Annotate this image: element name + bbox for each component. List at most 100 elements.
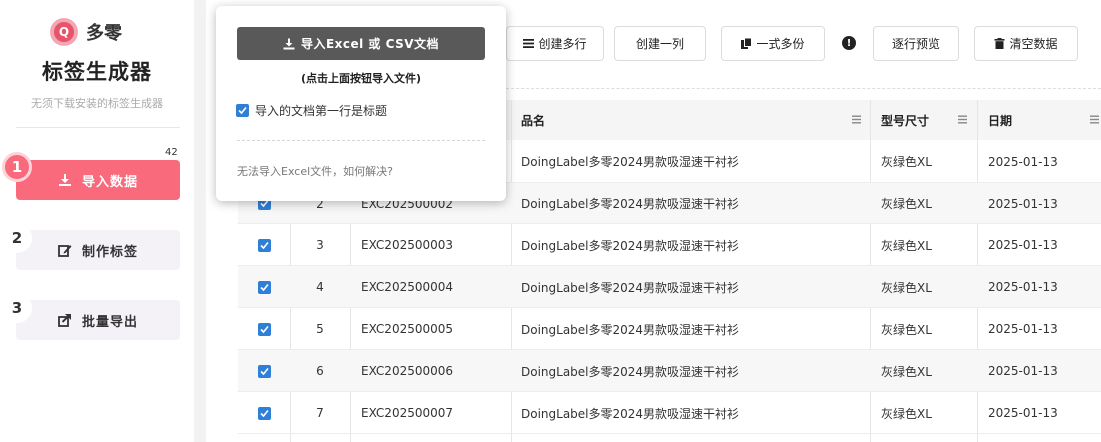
column-menu-icon[interactable] — [852, 115, 861, 124]
row-code: EXC202500006 — [361, 364, 454, 378]
row-checkbox[interactable] — [257, 238, 271, 252]
row-count-badge: 42 — [165, 147, 178, 158]
row-checkbox[interactable] — [257, 364, 271, 378]
step-number-2: 2 — [2, 223, 32, 253]
popup-divider — [237, 140, 485, 141]
copy-icon — [741, 38, 753, 49]
row-select-cell[interactable] — [238, 308, 290, 350]
row-index: 7 — [316, 406, 324, 420]
app-subtitle: 无须下载安装的标签生成器 — [31, 97, 163, 110]
clear-data-button[interactable]: 清空数据 — [974, 26, 1078, 61]
check-icon — [259, 367, 269, 375]
check-icon — [238, 106, 247, 115]
row-size: 灰绿色XL — [881, 322, 932, 337]
row-size: 灰绿色XL — [881, 238, 932, 253]
row-date: 2025-01-13 — [988, 280, 1058, 294]
checkbox-label: 导入的文档第一行是标题 — [255, 104, 388, 118]
row-size: 灰绿色XL — [881, 155, 932, 169]
column-header-name[interactable]: 品名 — [511, 100, 869, 140]
table-row[interactable]: 5 EXC202500005 DoingLabel多零2024男款吸湿速干衬衫 灰绿色… — [238, 308, 1101, 350]
column-menu-icon[interactable] — [958, 115, 967, 124]
table-row[interactable]: 3 EXC202500003 DoingLabel多零2024男款吸湿速干衬衫 灰绿色… — [238, 224, 1101, 266]
header-label: 品名 — [521, 113, 546, 128]
header-label: 型号尺寸 — [881, 113, 930, 128]
row-index: 3 — [316, 238, 324, 252]
row-index: 6 — [316, 364, 324, 378]
row-preview-button[interactable]: 逐行预览 — [873, 26, 959, 61]
row-select-cell[interactable] — [238, 266, 290, 308]
step-label: 导入数据 — [81, 174, 138, 190]
column-header-size[interactable]: 型号尺寸 — [871, 100, 975, 140]
step-batch-export[interactable]: 批量导出 — [16, 300, 180, 340]
import-help-link[interactable]: 无法导入Excel文件，如何解决? — [237, 163, 393, 179]
app-title: 标签生成器 — [42, 60, 152, 84]
list-icon — [523, 39, 535, 48]
step-label: 制作标签 — [81, 244, 138, 260]
header-label: 日期 — [988, 113, 1013, 128]
row-select-cell[interactable] — [238, 350, 290, 392]
row-code: EXC202500003 — [361, 238, 454, 252]
import-popup: 导入Excel 或 CSV文档 (点击上面按钮导入文件) 导入的文档第一行是标题… — [216, 6, 506, 201]
row-date: 2025-01-13 — [988, 238, 1058, 252]
row-size: 灰绿色XL — [881, 364, 932, 379]
logo: Q 多零 — [50, 18, 122, 46]
import-excel-csv-button[interactable]: 导入Excel 或 CSV文档 — [237, 27, 485, 60]
row-product-name: DoingLabel多零2024男款吸湿速干衬衫 — [521, 197, 740, 211]
step-label: 批量导出 — [81, 314, 138, 330]
step-import-data[interactable]: 导入数据 — [16, 160, 180, 200]
toolbar-divider — [506, 88, 1101, 89]
first-row-header-checkbox[interactable] — [236, 104, 249, 117]
table-row[interactable]: 4 EXC202500004 DoingLabel多零2024男款吸湿速干衬衫 灰绿色… — [238, 266, 1101, 308]
warning-icon[interactable]: ! — [842, 36, 856, 50]
sidebar: Q 多零 标签生成器 无须下载安装的标签生成器 42 导入数据 1 制作标签 2… — [0, 0, 194, 442]
column-menu-icon[interactable] — [1090, 115, 1099, 124]
edit-icon — [58, 245, 72, 257]
row-product-name: DoingLabel多零2024男款吸湿速干衬衫 — [521, 364, 740, 379]
button-label: 逐行预览 — [891, 37, 940, 51]
button-label: 创建多行 — [538, 37, 587, 51]
table-row[interactable]: 7 EXC202500007 DoingLabel多零2024男款吸湿速干衬衫 灰绿色… — [238, 392, 1101, 434]
row-code: EXC202500004 — [361, 280, 454, 294]
row-product-name: DoingLabel多零2024男款吸湿速干衬衫 — [521, 322, 740, 337]
button-label: 创建一列 — [635, 37, 684, 51]
first-row-header-option[interactable]: 导入的文档第一行是标题 — [236, 102, 387, 119]
row-product-name: DoingLabel多零2024男款吸湿速干衬衫 — [521, 155, 740, 169]
import-hint: (点击上面按钮导入文件) — [300, 72, 422, 85]
download-icon — [58, 174, 71, 186]
check-icon — [259, 241, 269, 249]
logo-letter: Q — [54, 22, 74, 42]
check-icon — [259, 283, 269, 291]
check-icon — [259, 325, 269, 333]
button-label: 清空数据 — [1009, 37, 1058, 51]
row-select-cell[interactable] — [238, 392, 290, 434]
row-checkbox[interactable] — [257, 406, 271, 420]
row-date: 2025-01-13 — [988, 406, 1058, 420]
column-header-date[interactable]: 日期 — [978, 100, 1101, 140]
button-label: 导入Excel 或 CSV文档 — [300, 37, 440, 51]
step-number-1: 1 — [2, 152, 32, 182]
step-make-label[interactable]: 制作标签 — [16, 230, 180, 270]
row-index: 5 — [316, 322, 324, 336]
sidebar-divider — [16, 127, 180, 128]
row-date: 2025-01-13 — [988, 196, 1058, 211]
download-icon — [283, 38, 295, 49]
row-product-name: DoingLabel多零2024男款吸湿速干衬衫 — [521, 238, 740, 253]
row-size: 灰绿色XL — [881, 280, 932, 295]
create-column-button[interactable]: 创建一列 — [614, 26, 706, 61]
row-size: 灰绿色XL — [881, 406, 932, 421]
row-index: 4 — [316, 280, 324, 294]
export-icon — [58, 314, 71, 327]
button-label: 一式多份 — [756, 37, 805, 51]
table-row[interactable]: 6 EXC202500006 DoingLabel多零2024男款吸湿速干衬衫 灰绿色… — [238, 350, 1101, 392]
sidebar-separator — [194, 0, 206, 442]
create-rows-button[interactable]: 创建多行 — [506, 26, 604, 61]
row-checkbox[interactable] — [257, 322, 271, 336]
trash-icon — [994, 38, 1005, 49]
row-product-name: DoingLabel多零2024男款吸湿速干衬衫 — [521, 280, 740, 295]
row-product-name: DoingLabel多零2024男款吸湿速干衬衫 — [521, 406, 740, 421]
multi-copy-button[interactable]: 一式多份 — [721, 26, 825, 61]
logo-text: 多零 — [86, 23, 122, 44]
row-checkbox[interactable] — [257, 280, 271, 294]
row-select-cell[interactable] — [238, 224, 290, 266]
row-size: 灰绿色XL — [881, 197, 932, 211]
